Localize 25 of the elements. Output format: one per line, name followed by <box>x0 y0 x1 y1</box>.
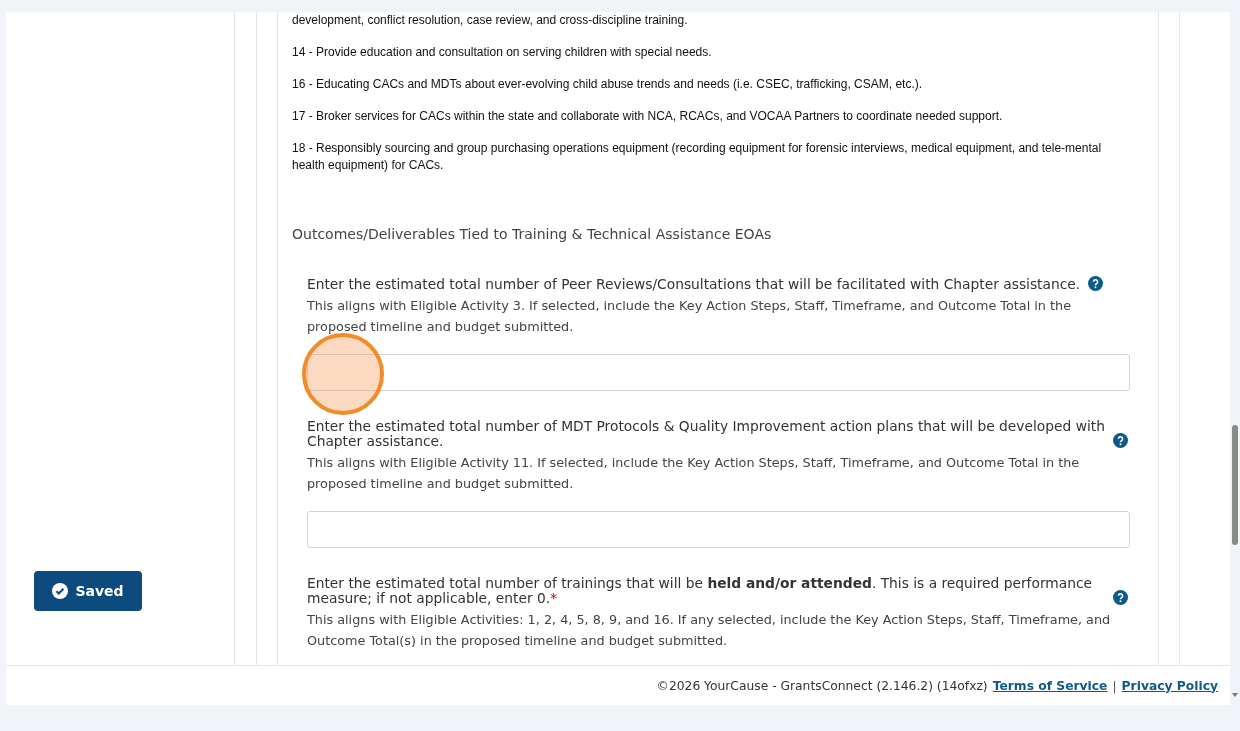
saved-button[interactable]: Saved <box>34 571 142 611</box>
question-hint: This aligns with Eligible Activity 3. If selected, include the Key Action Steps, Staff, Timeframe, and Outcome Total in the proposed timeline and budget submitted. <box>307 297 1073 336</box>
question-label: Enter the estimated total number of trainings that will be held and/or attended. This is a required performance measure; if not applicable, enter 0.* <box>307 576 1094 606</box>
activity-text: 16 - Educating CACs and MDTs about ever-evolving child abuse trends and needs (i.e. CSEC, trafficking, CSAM, etc.). <box>292 76 924 93</box>
input-field[interactable] <box>307 511 1130 548</box>
question-hint: This aligns with Eligible Activities: 1, 2, 4, 5, 8, 9, and 16. If any selected, include the Key Action Steps, Staff, Timeframe, and Outcome Total(s) in the proposed timeline and budget submitted. <box>307 611 1112 650</box>
help-icon[interactable] <box>1113 433 1128 448</box>
question-label: Enter the estimated total number of Peer Reviews/Consultations that will be facilitated with Chapter assistance. <box>307 277 1081 292</box>
activity-text: 14 - Provide education and consultation on serving children with special needs. <box>292 44 713 61</box>
help-icon[interactable] <box>1113 590 1128 605</box>
help-icon[interactable] <box>1088 276 1104 291</box>
separator-text: | <box>1112 678 1117 693</box>
check-circle-icon <box>52 583 69 599</box>
terms-link[interactable]: Terms of Service <box>992 678 1108 693</box>
question-hint: This aligns with Eligible Activity 11. If selected, include the Key Action Steps, Staff, Timeframe, and Outcome Total in the proposed timeline and budget submitted. <box>307 454 1081 493</box>
copyright-text: ©2026 YourCause - GrantsConnect (2.146.2) (14ofxz) <box>656 678 988 693</box>
privacy-link[interactable]: Privacy Policy <box>1121 678 1218 693</box>
scrollbar-thumb[interactable] <box>1232 425 1238 545</box>
activity-text: 18 - Responsibly sourcing and group purchasing operations equipment (recording equipment for forensic interviews, medical equipment, and tele-mental health equipment) for CACs. <box>292 140 1103 174</box>
activity-text: development, conflict resolution, case review, and cross-discipline training. <box>292 12 689 29</box>
scroll-down-icon[interactable] <box>1232 693 1238 697</box>
input-field[interactable] <box>307 354 1130 391</box>
question-label: Enter the estimated total number of MDT Protocols & Quality Improvement action plans that will be developed with Chapter assistance. <box>307 419 1105 449</box>
section-title: Outcomes/Deliverables Tied to Training & Technical Assistance EOAs <box>292 226 773 242</box>
activity-text: 17 - Broker services for CACs within the state and collaborate with NCA, RCACs, and VOCAA Partners to coordinate needed support. <box>292 108 1004 125</box>
